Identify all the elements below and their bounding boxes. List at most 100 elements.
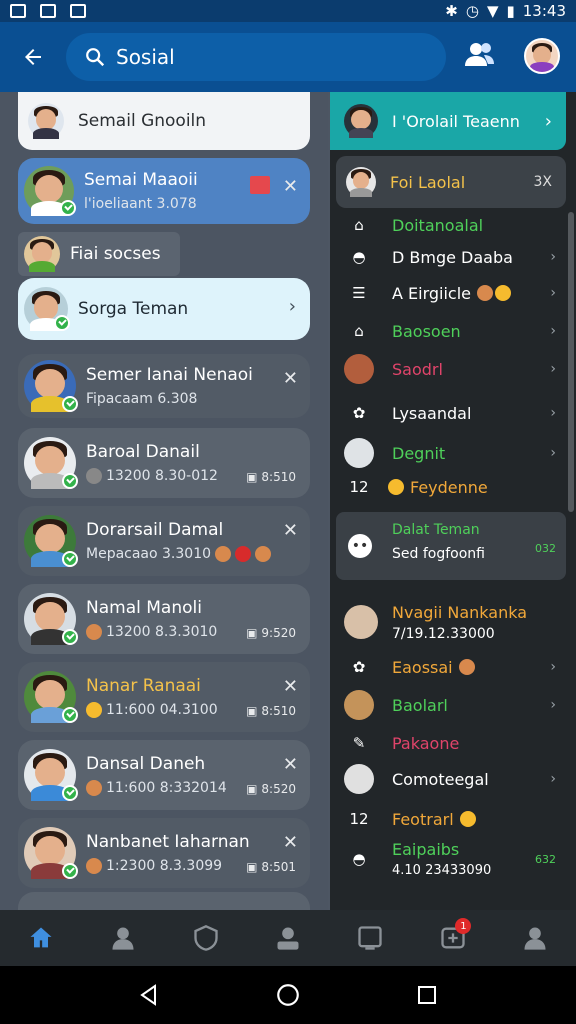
nav-inbox[interactable] [329, 910, 411, 966]
search-bar[interactable]: Sosial [66, 33, 446, 81]
panel-header[interactable]: I 'Orolail Teaenn › [330, 92, 566, 150]
close-icon[interactable]: ✕ [283, 832, 298, 853]
mask-icon: ◓ [352, 850, 366, 868]
nav-shield[interactable] [165, 910, 247, 966]
contact-name: Sorga Teman [78, 299, 189, 319]
contact-name: Dorarsail Damal [86, 520, 224, 540]
contact-sub: Fipacaam 6.308 [86, 391, 198, 407]
list-item[interactable]: Namal Manoli 13200 8.3.3010 ▣ 9:520 [18, 584, 310, 654]
row-meta: 632 [535, 852, 556, 866]
chevron-right-icon: › [550, 405, 556, 421]
detail-panel[interactable]: I 'Orolail Teaenn › Foi Laolal 3X ⌂ Doita… [330, 92, 576, 910]
meta: ▣ 8:510 [246, 704, 296, 718]
calendar-icon: ▣ [246, 782, 258, 796]
list-item[interactable]: Semer Ianai Nenaoi Fipacaam 6.308 ✕ [18, 354, 310, 418]
settings-icon: ✿ [352, 404, 366, 422]
row-label: Eaossai [392, 657, 453, 677]
card-meta: 032 [535, 542, 556, 555]
status-right: ✱ ◷ ▼ ▮ 13:43 [445, 2, 566, 20]
list-item-partial[interactable] [18, 892, 310, 910]
row-label: Degnit [392, 443, 446, 463]
list-item[interactable]: Nanbanet Iaharnan 1:2300 8.3.3099 ✕ ▣ 8:50… [18, 818, 310, 888]
chevron-right-icon[interactable]: › [289, 296, 296, 317]
row-label: D Bmge Daaba [392, 247, 513, 267]
menu-row[interactable]: Baolarl › [330, 686, 566, 724]
nav-user[interactable] [494, 910, 576, 966]
close-icon[interactable]: ✕ [283, 520, 298, 541]
online-badge [62, 396, 78, 412]
recents-square-icon[interactable] [415, 983, 439, 1007]
menu-row[interactable]: ⌂ Baosoen › [330, 312, 566, 350]
menu-row[interactable]: 12 Feotrarl [330, 800, 566, 838]
list-item[interactable]: Baroal Danail 13200 8.30-012 ▣ 8:510 [18, 428, 310, 498]
avatar [344, 104, 378, 138]
avatar [24, 360, 78, 412]
nav-notifications[interactable]: 1 [411, 910, 493, 966]
menu-row[interactable]: Degnit › [330, 434, 566, 472]
list-item[interactable]: Sorga Teman › [18, 278, 310, 340]
avatar [24, 437, 78, 489]
wifi-icon: ▼ [486, 2, 499, 20]
list-item[interactable]: Nanar Ranaai 11:600 04.3100 ✕ ▣ 8:510 [18, 662, 310, 732]
chevron-right-icon[interactable]: › [545, 111, 552, 132]
back-triangle-icon[interactable] [137, 983, 161, 1007]
row-label: Feydenne [410, 477, 488, 497]
avatar [24, 515, 78, 567]
menu-row[interactable]: Saodrl › [330, 350, 566, 388]
nav-account[interactable] [247, 910, 329, 966]
row-label: Nvagii Nankanka [392, 602, 528, 622]
nav-home[interactable] [0, 910, 82, 966]
menu-row[interactable]: Nvagii Nankanka 7/19.12.33000 [330, 596, 566, 648]
chevron-right-icon: › [550, 285, 556, 301]
list-icon: ☰ [352, 284, 366, 302]
list-item[interactable]: Semai Maaoii l'ioeliaant 3.078 ✕ [18, 158, 310, 224]
avatar [24, 236, 60, 272]
menu-row[interactable]: Comoteegal › [330, 760, 566, 798]
message-card[interactable]: •• Dalat Teman Sed fogfoonfi 032 [336, 512, 566, 580]
number-icon: 12 [349, 478, 369, 496]
close-icon[interactable]: ✕ [283, 676, 298, 697]
close-icon[interactable]: ✕ [283, 368, 298, 389]
list-item[interactable]: Dorarsail Damal Mepacaao 3.3010 ✕ [18, 506, 310, 576]
meta: ▣ 8:510 [246, 470, 296, 484]
menu-row[interactable]: ✿ Lysaandal › [330, 394, 566, 432]
people-button[interactable] [462, 40, 496, 74]
emoji [255, 546, 272, 562]
number-icon: 12 [349, 810, 369, 828]
list-item-top[interactable]: Semail Gnooiln [18, 92, 310, 150]
menu-row[interactable]: ◓ Eaipaibs 4.10 23433090 632 [330, 836, 566, 882]
shield-icon [194, 925, 218, 951]
mail-icon[interactable] [250, 176, 270, 194]
card-title: Dalat Teman [392, 522, 480, 538]
avatar [24, 287, 70, 331]
card-sub: Sed fogfoonfi [392, 546, 485, 562]
close-badge[interactable]: 3X [534, 174, 553, 190]
contact-name: Nanar Ranaai [86, 676, 201, 696]
menu-row[interactable]: ✿ Eaossai › [330, 648, 566, 686]
close-icon[interactable]: ✕ [283, 176, 298, 197]
profile-avatar[interactable] [524, 38, 560, 74]
row-label: Lysaandal [392, 403, 472, 423]
avatar [344, 438, 374, 468]
mask-icon: ◓ [352, 248, 366, 266]
contacts-list[interactable]: Semail Gnooiln Semai Maaoii l'ioeliaant 3… [0, 92, 328, 910]
selected-contact[interactable]: Foi Laolal 3X [336, 156, 566, 208]
scrollbar[interactable] [568, 212, 574, 512]
menu-row[interactable]: ✎ Pakaone [330, 724, 566, 762]
menu-row[interactable]: ☰ A Eirgiicle › [330, 274, 566, 312]
online-badge [60, 200, 76, 216]
notification-badge: 1 [455, 918, 472, 934]
home-circle-icon[interactable] [275, 982, 301, 1008]
back-button[interactable] [0, 22, 66, 92]
panel-title: I 'Orolail Teaenn [392, 111, 520, 131]
menu-row[interactable]: ◓ D Bmge Daaba › [330, 238, 566, 276]
close-icon[interactable]: ✕ [283, 754, 298, 775]
meta: ▣ 9:520 [246, 626, 296, 640]
nav-profile[interactable] [82, 910, 164, 966]
chevron-right-icon: › [550, 771, 556, 787]
list-item[interactable]: Dansal Daneh 11:600 8:332014 ✕ ▣ 8:520 [18, 740, 310, 810]
arrow-left-icon [25, 49, 41, 65]
emoji [459, 811, 476, 827]
menu-row[interactable]: 12 Feydenne [330, 468, 566, 506]
list-item[interactable]: Fiai socses [18, 232, 180, 276]
